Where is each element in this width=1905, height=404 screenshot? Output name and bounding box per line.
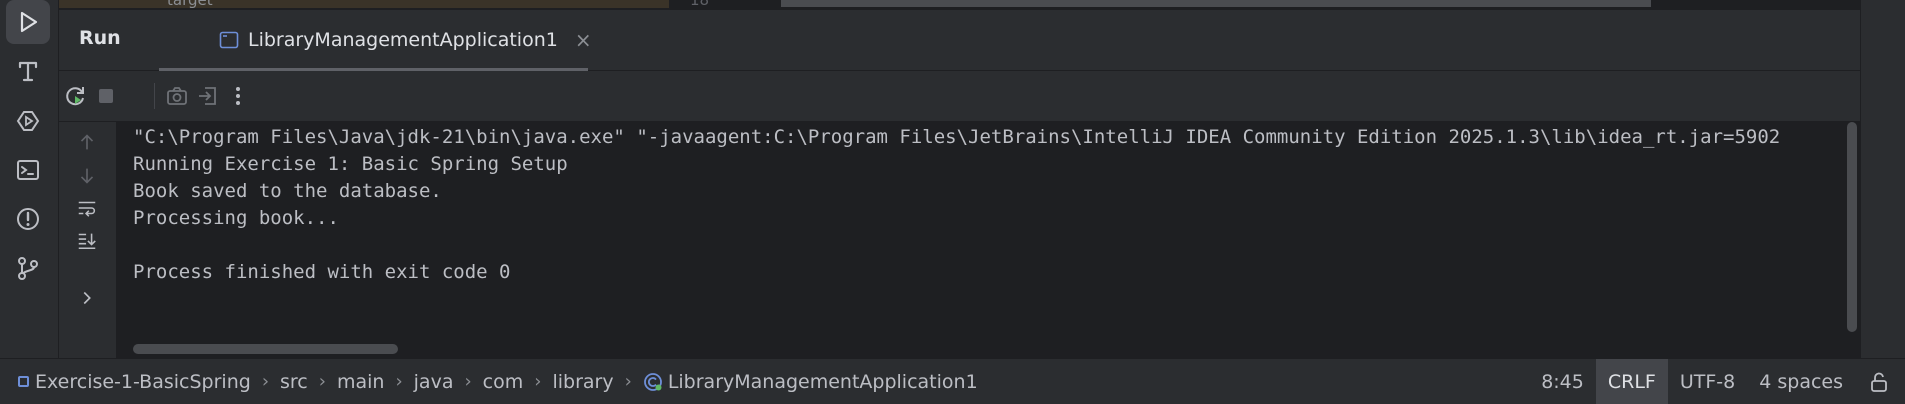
tab-library-management-application[interactable]: LibraryManagementApplication1 ×: [159, 10, 592, 70]
services-icon[interactable]: [6, 99, 50, 143]
breadcrumb-item[interactable]: src: [280, 371, 308, 393]
tab-label: LibraryManagementApplication1: [248, 29, 558, 51]
console-line: Processing book...: [133, 207, 339, 229]
exit-icon[interactable]: [195, 83, 221, 109]
editor-scrollbar[interactable]: [59, 0, 669, 8]
breadcrumb-item[interactable]: library: [552, 371, 613, 393]
console-vertical-scrollbar[interactable]: [1847, 122, 1857, 332]
chevron-right-icon: ›: [318, 371, 326, 392]
right-tool-strip: [1860, 0, 1905, 358]
run-tab-bar: Run LibraryManagementApplication1 ×: [59, 10, 1861, 71]
run-tool-window: Run LibraryManagementApplication1 × "C:\…: [59, 10, 1861, 358]
up-arrow-icon[interactable]: [73, 128, 101, 156]
chevron-right-icon: ›: [395, 371, 403, 392]
close-icon[interactable]: ×: [575, 28, 592, 52]
build-icon[interactable]: [6, 49, 50, 93]
editor-horizontal-scrollbar[interactable]: [781, 0, 1651, 7]
lock-icon[interactable]: [1855, 370, 1905, 394]
chevron-right-icon: ›: [464, 371, 472, 392]
line-number: 18: [690, 0, 710, 9]
breadcrumb-item[interactable]: Exercise-1-BasicSpring: [35, 371, 251, 393]
terminal-icon[interactable]: [6, 148, 50, 192]
breadcrumb-item[interactable]: main: [337, 371, 384, 393]
console-line: Process finished with exit code 0: [133, 261, 511, 283]
screenshot-icon[interactable]: [164, 83, 190, 109]
down-arrow-icon[interactable]: [73, 162, 101, 190]
git-icon[interactable]: [6, 246, 50, 290]
console-line: "C:\Program Files\Java\jdk-21\bin\java.e…: [133, 126, 1781, 148]
breadcrumb-item[interactable]: com: [483, 371, 524, 393]
console-output[interactable]: "C:\Program Files\Java\jdk-21\bin\java.e…: [117, 122, 1861, 358]
file-encoding[interactable]: UTF-8: [1668, 359, 1747, 404]
run-toolbar: [59, 71, 1861, 122]
scroll-to-end-icon[interactable]: [73, 226, 101, 254]
editor-peek: target 18: [59, 0, 1861, 10]
project-tree-item[interactable]: target: [167, 0, 213, 9]
status-widgets: 8:45 CRLF UTF-8 4 spaces: [1529, 359, 1905, 404]
console-line: Book saved to the database.: [133, 180, 442, 202]
caret-position[interactable]: 8:45: [1529, 359, 1596, 404]
run-icon[interactable]: [6, 0, 50, 44]
chevron-right-icon: ›: [624, 371, 632, 392]
expand-icon[interactable]: [73, 284, 101, 312]
rerun-icon[interactable]: [63, 83, 89, 109]
tool-window-strip: [0, 0, 59, 358]
line-separator[interactable]: CRLF: [1595, 359, 1668, 404]
stop-icon[interactable]: [93, 83, 119, 109]
console-line: Running Exercise 1: Basic Spring Setup: [133, 153, 568, 175]
run-panel-title: Run: [79, 27, 121, 49]
more-icon[interactable]: [225, 83, 251, 109]
soft-wrap-icon[interactable]: [73, 194, 101, 222]
module-icon: [18, 376, 29, 387]
status-bar: Exercise-1-BasicSpring › src › main › ja…: [0, 358, 1905, 404]
breadcrumb: Exercise-1-BasicSpring › src › main › ja…: [18, 371, 978, 393]
console-side-toolbar: [59, 122, 117, 358]
breadcrumb-item[interactable]: LibraryManagementApplication1: [668, 371, 978, 393]
toolbar-separator: [154, 83, 155, 109]
console-horizontal-scrollbar[interactable]: [133, 344, 398, 354]
console-icon: [219, 30, 239, 50]
spring-class-icon: [643, 372, 663, 392]
problems-icon[interactable]: [6, 197, 50, 241]
chevron-right-icon: ›: [534, 371, 542, 392]
breadcrumb-item[interactable]: java: [414, 371, 454, 393]
chevron-right-icon: ›: [261, 371, 270, 392]
indent-settings[interactable]: 4 spaces: [1747, 359, 1855, 404]
